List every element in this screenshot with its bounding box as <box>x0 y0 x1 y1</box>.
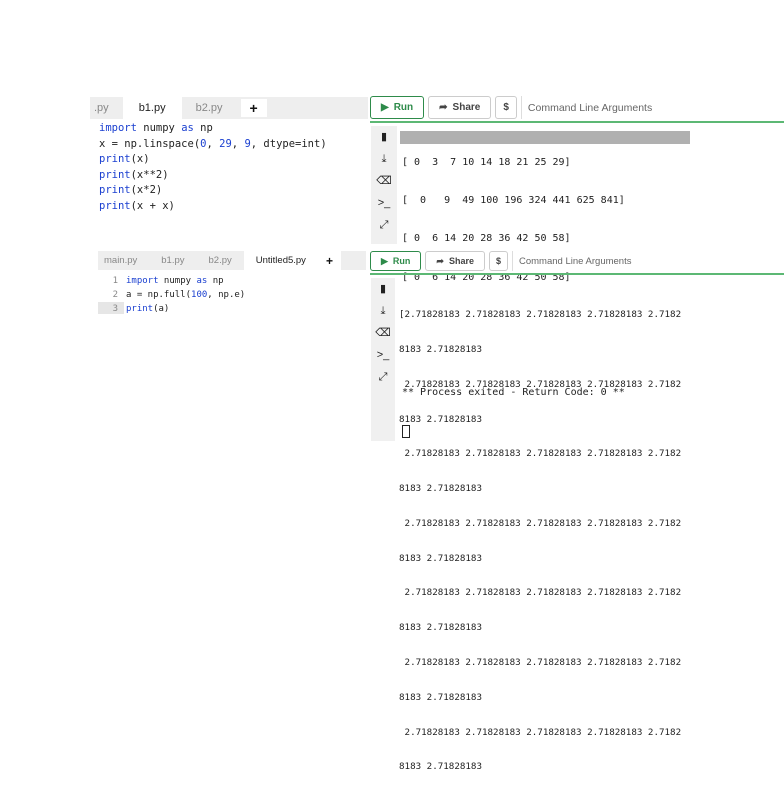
code-line: print(x + x) <box>99 199 175 212</box>
terminal-icon[interactable]: >_ <box>378 192 391 214</box>
run-button[interactable]: ▶ Run <box>370 96 425 119</box>
tab-b2[interactable]: b2.py <box>182 97 237 119</box>
share-button[interactable]: ➦ Share <box>428 96 492 119</box>
top-code-editor[interactable]: import numpy as np x = np.linspace(0, 29… <box>99 121 327 214</box>
copy-icon[interactable]: ▮ <box>380 278 386 300</box>
erase-icon[interactable]: ⌫ <box>375 322 391 344</box>
add-tab-button[interactable]: + <box>240 99 267 117</box>
add-tab-button[interactable]: + <box>317 251 341 270</box>
bottom-output: [2.71828183 2.71828183 2.71828183 2.7182… <box>399 309 682 773</box>
erase-icon[interactable]: ⌫ <box>376 170 392 192</box>
share-icon: ➦ <box>439 102 448 113</box>
code-line: print(x*2) <box>99 184 163 196</box>
tab-b1[interactable]: b1.py <box>122 97 182 119</box>
share-button[interactable]: ➦ Share <box>425 251 485 271</box>
bottom-tab-bar: main.py b1.py b2.py Untitled5.py + <box>98 251 366 270</box>
share-icon: ➦ <box>436 255 444 266</box>
expand-icon[interactable]: ⤢ <box>379 366 388 388</box>
expand-icon[interactable]: ⤢ <box>380 214 389 236</box>
command-line-args-input[interactable]: Command Line Arguments <box>520 96 652 119</box>
top-output-sidebar: ▮ ⤓ ⌫ >_ ⤢ <box>371 126 397 244</box>
divider <box>370 273 784 275</box>
stdin-button[interactable]: $ <box>488 251 508 271</box>
run-button[interactable]: ▶ Run <box>370 251 422 271</box>
code-line: x = np.linspace(0, 29, 9, dtype=int) <box>99 137 327 150</box>
tab-untitled5[interactable]: Untitled5.py <box>243 251 318 270</box>
code-line: print(x**2) <box>99 168 169 181</box>
download-icon[interactable]: ⤓ <box>381 300 386 322</box>
bottom-toolbar: ▶ Run ➦ Share $ Command Line Arguments <box>370 251 784 271</box>
download-icon[interactable]: ⤓ <box>382 148 387 170</box>
bottom-output-sidebar: ▮ ⤓ ⌫ >_ ⤢ <box>371 278 395 441</box>
stdin-button[interactable]: $ <box>495 96 517 119</box>
tab-main[interactable]: main.py <box>98 251 149 270</box>
divider <box>370 121 784 123</box>
tab-b1[interactable]: b1.py <box>149 251 196 270</box>
play-icon: ▶ <box>381 255 388 266</box>
code-line: print(x) <box>99 153 150 165</box>
play-icon: ▶ <box>381 102 389 113</box>
command-line-args-input[interactable]: Command Line Arguments <box>512 251 631 271</box>
terminal-icon[interactable]: >_ <box>377 344 390 366</box>
top-toolbar: ▶ Run ➦ Share $ Command Line Arguments <box>370 96 784 119</box>
code-line: import numpy as np <box>99 122 213 134</box>
tab-main[interactable]: .py <box>90 97 123 119</box>
top-tab-bar: .py b1.py b2.py + <box>90 97 368 119</box>
copy-icon[interactable]: ▮ <box>381 126 387 148</box>
tab-b2[interactable]: b2.py <box>197 251 244 270</box>
bottom-code-editor[interactable]: 1 import numpy as np 2a = np.full(100, np… <box>98 274 246 316</box>
